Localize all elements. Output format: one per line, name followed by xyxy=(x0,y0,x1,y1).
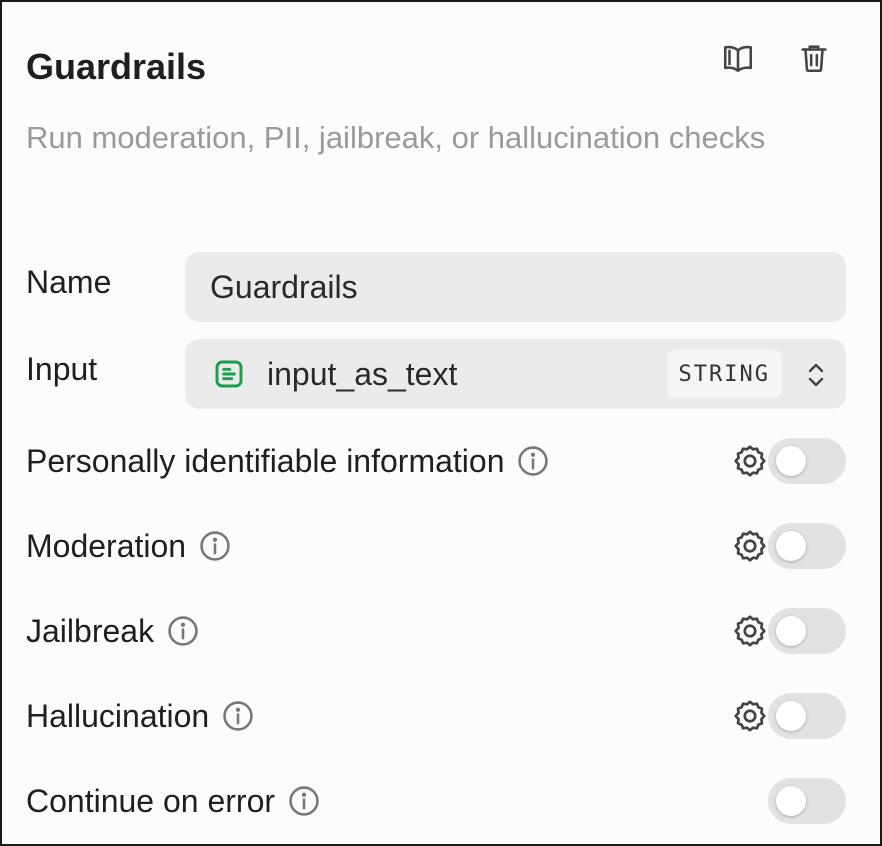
toggle-knob xyxy=(776,616,806,646)
toggle-knob xyxy=(776,446,806,476)
panel-title: Guardrails xyxy=(26,46,207,87)
guardrails-panel: Guardrails Run moderation, PII, jailbrea… xyxy=(0,0,882,846)
toggle-knob xyxy=(776,531,806,561)
pii-toggle[interactable] xyxy=(768,438,846,484)
check-row-hallucination: Hallucination xyxy=(26,693,846,739)
moderation-toggle[interactable] xyxy=(768,523,846,569)
info-icon[interactable] xyxy=(221,699,255,733)
continue-on-error-toggle[interactable] xyxy=(768,778,846,824)
input-label: Input xyxy=(26,351,98,387)
docs-button[interactable] xyxy=(720,40,756,76)
check-row-pii: Personally identifiable information xyxy=(26,438,846,484)
delete-button[interactable] xyxy=(796,40,832,76)
hallucination-toggle[interactable] xyxy=(768,693,846,739)
name-field[interactable]: Guardrails xyxy=(185,252,846,322)
chevron-up-down-icon xyxy=(808,363,824,387)
panel-description: Run moderation, PII, jailbreak, or hallu… xyxy=(26,120,766,155)
type-badge: STRING xyxy=(666,350,782,398)
check-label: Jailbreak xyxy=(26,612,155,649)
check-label: Personally identifiable information xyxy=(26,442,505,479)
gear-icon[interactable] xyxy=(732,698,768,734)
info-icon[interactable] xyxy=(287,784,321,818)
book-icon xyxy=(723,45,753,73)
info-icon[interactable] xyxy=(198,529,232,563)
text-block-icon xyxy=(215,360,243,388)
jailbreak-toggle[interactable] xyxy=(768,608,846,654)
name-value: Guardrails xyxy=(210,268,358,305)
info-icon[interactable] xyxy=(516,444,550,478)
name-label: Name xyxy=(26,264,112,300)
check-label: Moderation xyxy=(26,527,187,564)
toggle-knob xyxy=(776,701,806,731)
input-value: input_as_text xyxy=(267,355,458,392)
info-icon[interactable] xyxy=(166,614,200,648)
gear-icon[interactable] xyxy=(732,528,768,564)
input-select[interactable]: input_as_text STRING xyxy=(185,339,846,409)
continue-on-error-label: Continue on error xyxy=(26,782,276,819)
check-row-moderation: Moderation xyxy=(26,523,846,569)
trash-icon xyxy=(801,45,827,73)
check-row-jailbreak: Jailbreak xyxy=(26,608,846,654)
check-label: Hallucination xyxy=(26,697,210,734)
gear-icon[interactable] xyxy=(732,443,768,479)
toggle-knob xyxy=(776,786,806,816)
gear-icon[interactable] xyxy=(732,613,768,649)
continue-on-error-row: Continue on error xyxy=(26,778,846,824)
header-actions xyxy=(720,40,832,76)
